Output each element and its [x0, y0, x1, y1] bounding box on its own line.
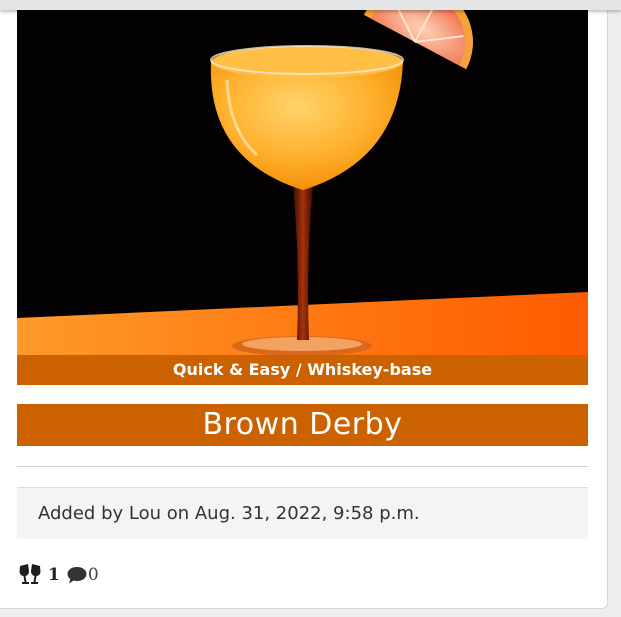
recipe-image[interactable]: Quick & Easy / Whiskey-base [17, 10, 588, 385]
comment-bubble-icon[interactable] [66, 565, 88, 585]
divider [17, 466, 588, 467]
cheers-glasses-icon[interactable] [18, 564, 42, 586]
top-shadow-bar [0, 0, 621, 10]
recipe-card: Quick & Easy / Whiskey-base Brown Derby … [0, 0, 608, 609]
comments-count: 0 [87, 565, 99, 585]
recipe-title[interactable]: Brown Derby [17, 404, 588, 446]
cocktail-photo [17, 10, 588, 385]
recipe-author-meta: Added by Lou on Aug. 31, 2022, 9:58 p.m. [17, 487, 588, 539]
recipe-category-label: Quick & Easy / Whiskey-base [17, 355, 588, 385]
recipe-stats: 1 0 [18, 563, 99, 587]
likes-count: 1 [48, 565, 60, 585]
